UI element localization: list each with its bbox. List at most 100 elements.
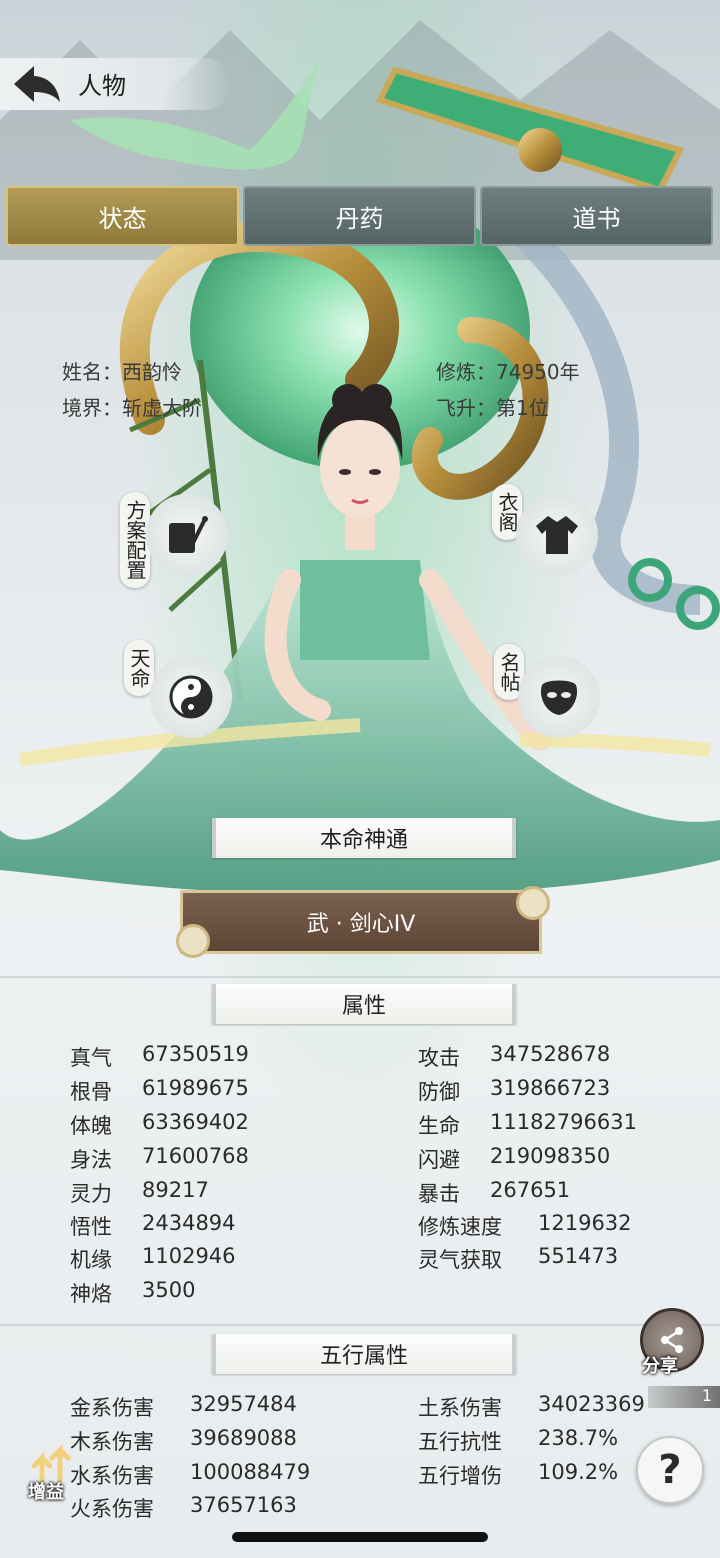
ascension-value: 第1位 [496,396,549,420]
cloud-ornament-left [176,924,210,958]
attr-key: 神烙 [70,1282,112,1306]
element-key: 金系伤害 [70,1396,154,1420]
elements-header: 五行属性 [212,1334,516,1374]
element-row: 土系伤害 34023369 [418,1392,645,1422]
name-card-button[interactable] [518,656,600,738]
attr-value: 267651 [490,1178,571,1202]
attr-key: 根骨 [70,1080,112,1104]
attributes-header: 属性 [212,984,516,1024]
attr-row: 真气 67350519 [70,1042,249,1072]
attr-value: 63369402 [142,1110,249,1134]
element-value: 32957484 [190,1392,297,1416]
attr-key: 暴击 [418,1182,460,1206]
name-value: 西韵怜 [122,360,182,384]
attr-row: 攻击 347528678 [418,1042,610,1072]
element-row: 火系伤害 37657163 [70,1493,297,1523]
attr-value: 61989675 [142,1076,249,1100]
attr-value: 11182796631 [490,1110,637,1134]
cloud-ornament-right [516,886,550,920]
plan-config-button[interactable] [146,494,228,576]
realm-value: 斩虚大阶 [122,396,202,420]
cultivation-row: 修炼：74950年 [436,356,580,385]
attr-key: 机缘 [70,1248,112,1272]
attr-key: 闪避 [418,1148,460,1172]
element-value: 109.2% [538,1460,619,1484]
attr-value: 219098350 [490,1144,611,1168]
fate-label: 天命 [124,640,154,696]
attr-key: 防御 [418,1080,460,1104]
attr-value: 89217 [142,1178,209,1202]
attr-value: 1219632 [538,1211,632,1235]
attr-value: 2434894 [142,1211,236,1235]
back-button[interactable] [8,62,64,106]
attr-row: 防御 319866723 [418,1076,610,1106]
attr-row: 灵力 89217 [70,1178,209,1208]
attr-row: 机缘 1102946 [70,1244,236,1274]
taiji-icon [169,675,213,719]
tab-daobook[interactable]: 道书 [480,186,713,246]
attr-row: 根骨 61989675 [70,1076,249,1106]
attr-key: 修炼速度 [418,1215,502,1239]
attr-row: 悟性 2434894 [70,1211,236,1241]
element-row: 五行增伤 109.2% [418,1460,618,1490]
fate-button[interactable] [150,656,232,738]
ascension-row: 飞升：第1位 [436,392,549,421]
scroll-brush-icon [169,516,208,553]
section-divider [0,1324,720,1326]
tab-elixir[interactable]: 丹药 [243,186,476,246]
name-label: 姓名： [62,360,122,384]
realm-label: 境界： [62,396,122,420]
element-value: 39689088 [190,1426,297,1450]
element-key: 五行抗性 [418,1430,502,1454]
attr-value: 551473 [538,1244,619,1268]
attr-key: 身法 [70,1148,112,1172]
attr-row: 生命 11182796631 [418,1110,637,1140]
character-illustration [0,60,720,893]
attr-key: 生命 [418,1114,460,1138]
attr-value: 67350519 [142,1042,249,1066]
name-row: 姓名：西韵怜 [62,356,182,385]
attr-value: 71600768 [142,1144,249,1168]
attr-key: 真气 [70,1046,112,1070]
attr-row: 神烙 3500 [70,1278,195,1308]
wardrobe-button[interactable] [516,494,598,576]
element-key: 五行增伤 [418,1464,502,1488]
attr-row: 身法 71600768 [70,1144,249,1174]
innate-skill-button[interactable]: 武 · 剑心IV [180,890,542,954]
attr-row: 灵气获取 551473 [418,1244,618,1274]
element-key: 土系伤害 [418,1396,502,1420]
attr-key: 灵力 [70,1182,112,1206]
share-count-badge: 1 [648,1386,720,1408]
share-icon [661,1327,683,1353]
element-value: 100088479 [190,1460,311,1484]
realm-row: 境界：斩虚大阶 [62,392,202,421]
tab-status[interactable]: 状态 [6,186,239,246]
element-row: 金系伤害 32957484 [70,1392,297,1422]
attr-value: 1102946 [142,1244,236,1268]
buff-label: 增益 [28,1482,64,1503]
attr-row: 闪避 219098350 [418,1144,610,1174]
element-value: 34023369 [538,1392,645,1416]
element-key: 木系伤害 [70,1430,154,1454]
back-arrow-icon [14,66,60,102]
element-value: 37657163 [190,1493,297,1517]
innate-skill-label: 武 · 剑心IV [306,912,416,937]
home-indicator[interactable] [232,1532,488,1542]
attr-value: 3500 [142,1278,196,1302]
attr-row: 体魄 63369402 [70,1110,249,1140]
element-value: 238.7% [538,1426,619,1450]
element-key: 水系伤害 [70,1464,154,1488]
ascension-label: 飞升： [436,396,496,420]
attr-row: 暴击 267651 [418,1178,570,1208]
element-row: 水系伤害 100088479 [70,1460,310,1490]
attr-row: 修炼速度 1219632 [418,1211,632,1241]
element-key: 火系伤害 [70,1497,154,1521]
help-icon: ? [658,1447,682,1493]
attr-value: 347528678 [490,1042,611,1066]
help-button[interactable]: ? [636,1436,704,1504]
attr-key: 灵气获取 [418,1248,502,1272]
cultivation-value: 74950年 [496,360,580,384]
element-row: 木系伤害 39689088 [70,1426,297,1456]
face-mask-icon [540,680,578,715]
innate-power-header: 本命神通 [212,818,516,858]
